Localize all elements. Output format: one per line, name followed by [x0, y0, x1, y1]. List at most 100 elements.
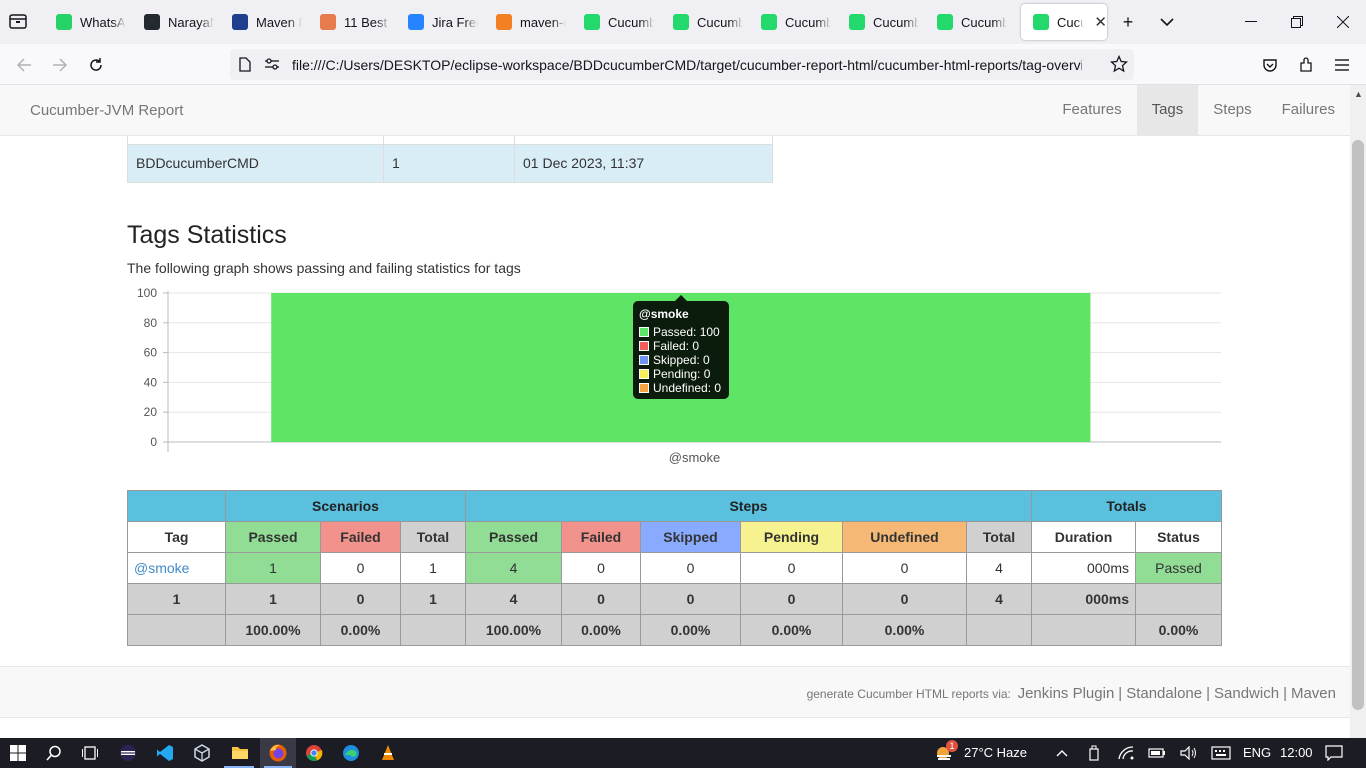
tooltip-label: Pending: 0	[653, 367, 711, 381]
usb-device-icon[interactable]	[1082, 741, 1106, 765]
menu-features[interactable]: Features	[1047, 85, 1136, 135]
browser-tab-bar: WhatsApp NarayaN Maven R 11 Best F Jira Free…	[0, 0, 1366, 44]
weather-text[interactable]: 27°C Haze	[964, 745, 1027, 760]
cell-scenarios-passed: 1	[225, 552, 321, 584]
browser-tab[interactable]: Jira Free	[396, 4, 480, 40]
header-steps-pending[interactable]: Pending	[740, 521, 843, 553]
total-steps-total: 4	[966, 583, 1032, 615]
footer-link-jenkins-plugin[interactable]: Jenkins Plugin	[1018, 685, 1115, 702]
footer-link-standalone[interactable]: Standalone	[1126, 685, 1202, 702]
header-scenarios-total[interactable]: Total	[400, 521, 466, 553]
browser-tab[interactable]: WhatsApp	[44, 4, 128, 40]
windows-start-icon[interactable]	[6, 741, 30, 765]
cucumber-icon	[761, 14, 777, 30]
wifi-icon[interactable]	[1114, 741, 1138, 765]
tab-label: Cucumb	[961, 14, 1007, 30]
cucumber-icon	[673, 14, 689, 30]
footer-separator: |	[1118, 685, 1123, 702]
total-steps-pending: 0	[740, 583, 843, 615]
file-explorer-icon[interactable]	[228, 741, 252, 765]
tab-active[interactable]: Cucu ✕	[1021, 4, 1107, 40]
tooltip-row: Pending: 0	[639, 367, 723, 381]
page-viewport: Cucumber-JVM Report Features Tags Steps Fai…	[0, 85, 1350, 738]
search-icon[interactable]	[42, 741, 66, 765]
footer-link-sandwich[interactable]: Sandwich	[1214, 685, 1279, 702]
vlc-icon[interactable]	[376, 741, 400, 765]
volume-icon[interactable]	[1177, 741, 1201, 765]
header-duration[interactable]: Duration	[1031, 521, 1136, 553]
browser-tab[interactable]: Cucumb	[572, 4, 656, 40]
battery-icon[interactable]	[1145, 741, 1169, 765]
browser-tab[interactable]: maven-c	[484, 4, 568, 40]
back-icon[interactable]	[12, 53, 36, 77]
header-scenarios-failed[interactable]: Failed	[320, 521, 401, 553]
tooltip-label: Skipped: 0	[653, 353, 710, 367]
tag-link-smoke[interactable]: @smoke	[134, 560, 189, 576]
header-steps-passed[interactable]: Passed	[465, 521, 562, 553]
browser-tab[interactable]: Cucumb	[749, 4, 833, 40]
bookmark-star-icon[interactable]	[1109, 54, 1129, 78]
scrollbar-thumb[interactable]	[1352, 140, 1364, 710]
url-bar[interactable]: file:///C:/Users/DESKTOP/eclipse-workspa…	[230, 49, 1134, 80]
browser-tab[interactable]: NarayaN	[132, 4, 216, 40]
jira-icon	[408, 14, 424, 30]
browser-tab[interactable]: Cucumb	[837, 4, 921, 40]
scroll-up-icon[interactable]: ▲	[1354, 89, 1363, 99]
edge-icon[interactable]	[339, 741, 363, 765]
clock-time[interactable]: 12:00	[1280, 745, 1313, 760]
tooltip-label: Undefined: 0	[653, 381, 722, 395]
cell-duration: 000ms	[1031, 552, 1136, 584]
header-tag[interactable]: Tag	[127, 521, 226, 553]
action-center-icon[interactable]	[1322, 741, 1346, 765]
forward-icon[interactable]	[48, 53, 72, 77]
chrome-icon[interactable]	[302, 741, 326, 765]
chart-tooltip: @smoke Passed: 100 Failed: 0 Skipped: 0 Pen…	[633, 295, 729, 399]
restore-window-icon[interactable]	[1274, 0, 1320, 44]
list-all-tabs-icon[interactable]	[1155, 10, 1179, 34]
minimize-window-icon[interactable]	[1228, 0, 1274, 44]
cell-status: Passed	[1135, 552, 1222, 584]
tooltip-row: Passed: 100	[639, 325, 723, 339]
input-language[interactable]: ENG	[1243, 745, 1271, 760]
pocket-icon[interactable]	[1258, 53, 1282, 77]
menu-steps[interactable]: Steps	[1198, 85, 1266, 135]
header-scenarios-passed[interactable]: Passed	[225, 521, 321, 553]
permissions-icon[interactable]	[264, 57, 280, 76]
new-tab-icon[interactable]: +	[1116, 10, 1140, 34]
tab-label: Jira Free	[432, 14, 478, 30]
firefox-icon[interactable]	[266, 741, 290, 765]
browser-tab[interactable]: Cucumb	[925, 4, 1009, 40]
extensions-icon[interactable]	[1294, 53, 1318, 77]
browser-tab[interactable]: 11 Best F	[308, 4, 392, 40]
header-steps-undefined[interactable]: Undefined	[842, 521, 967, 553]
report-brand[interactable]: Cucumber-JVM Report	[30, 102, 183, 119]
tab-list-icon[interactable]	[8, 12, 30, 32]
task-view-icon[interactable]	[78, 741, 102, 765]
vscode-icon[interactable]	[153, 741, 177, 765]
browser-tab[interactable]: Cucumb	[661, 4, 745, 40]
menu-failures[interactable]: Failures	[1267, 85, 1350, 135]
header-steps-total[interactable]: Total	[966, 521, 1032, 553]
eclipse-icon[interactable]	[116, 741, 140, 765]
reload-icon[interactable]	[84, 53, 108, 77]
virtualbox-icon[interactable]	[190, 741, 214, 765]
app-menu-icon[interactable]	[1330, 53, 1354, 77]
total-steps-passed: 4	[465, 583, 562, 615]
footer-link-maven[interactable]: Maven	[1291, 685, 1336, 702]
browser-tab[interactable]: Maven R	[220, 4, 304, 40]
tooltip-label: Passed: 100	[653, 325, 720, 339]
page-scrollbar[interactable]: ▲	[1350, 85, 1366, 738]
tooltip-row: Skipped: 0	[639, 353, 723, 367]
header-steps-failed[interactable]: Failed	[561, 521, 641, 553]
cell-steps-failed: 0	[561, 552, 641, 584]
close-window-icon[interactable]	[1320, 0, 1366, 44]
close-tab-icon[interactable]: ✕	[1094, 13, 1107, 31]
header-status[interactable]: Status	[1135, 521, 1222, 553]
tag-statistics-table: Scenarios Steps Totals Tag Passed Failed To…	[127, 490, 1222, 646]
show-hidden-icons-icon[interactable]	[1050, 741, 1074, 765]
menu-tags[interactable]: Tags	[1136, 85, 1199, 135]
tab-label: WhatsApp	[80, 14, 126, 30]
header-steps-skipped[interactable]: Skipped	[640, 521, 741, 553]
url-text[interactable]: file:///C:/Users/DESKTOP/eclipse-workspa…	[292, 57, 1082, 73]
touch-keyboard-icon[interactable]	[1209, 741, 1233, 765]
